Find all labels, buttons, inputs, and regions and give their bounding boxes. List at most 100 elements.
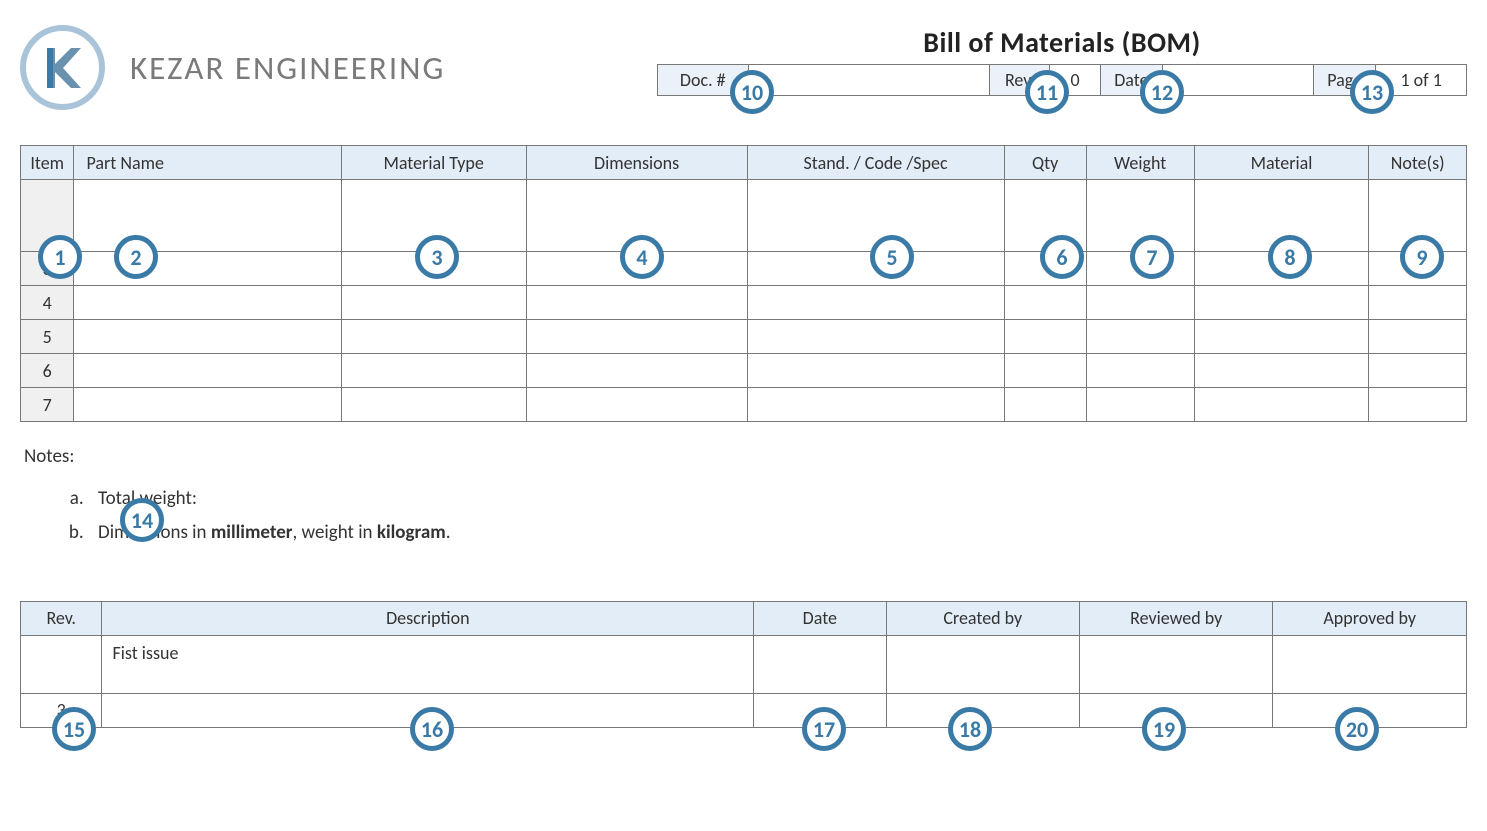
bom-notes bbox=[1369, 252, 1467, 286]
document-meta: Bill of Materials (BOM) Doc. # Rev. 0 Da… bbox=[657, 25, 1467, 96]
note-b-kg: kilogram bbox=[377, 521, 446, 544]
rev-label: Rev. bbox=[990, 65, 1050, 96]
bom-qty bbox=[1004, 320, 1086, 354]
bom-row: 4 bbox=[21, 286, 1467, 320]
notes-label: Notes: bbox=[24, 440, 74, 474]
rev-reviewed bbox=[1080, 635, 1273, 693]
bom-notes bbox=[1369, 320, 1467, 354]
rev-header-row: Rev. Description Date Created by Reviewe… bbox=[21, 601, 1467, 635]
bom-h-part: Part Name bbox=[74, 146, 341, 180]
bom-spec bbox=[747, 320, 1004, 354]
bom-notes bbox=[1369, 354, 1467, 388]
bom-dim bbox=[526, 320, 747, 354]
rev-number bbox=[21, 635, 102, 693]
bom-spec bbox=[747, 388, 1004, 422]
bom-material bbox=[1194, 286, 1369, 320]
bom-item: 7 bbox=[21, 388, 74, 422]
bom-material bbox=[1194, 388, 1369, 422]
page-label: Page bbox=[1313, 65, 1375, 96]
rev-value: 0 bbox=[1050, 65, 1100, 96]
rev-h-created: Created by bbox=[886, 601, 1079, 635]
bom-material bbox=[1194, 180, 1369, 252]
bom-h-qty: Qty bbox=[1004, 146, 1086, 180]
rev-created bbox=[886, 635, 1079, 693]
bom-part bbox=[74, 252, 341, 286]
bom-dim bbox=[526, 180, 747, 252]
bom-dim bbox=[526, 286, 747, 320]
bom-qty bbox=[1004, 180, 1086, 252]
note-b-post: . bbox=[446, 521, 451, 544]
bom-spec bbox=[747, 354, 1004, 388]
bom-part bbox=[74, 180, 341, 252]
bom-qty bbox=[1004, 252, 1086, 286]
bom-mattype bbox=[341, 388, 526, 422]
bom-h-dim: Dimensions bbox=[526, 146, 747, 180]
doc-number-label: Doc. # bbox=[658, 65, 749, 96]
rev-h-date: Date bbox=[754, 601, 886, 635]
rev-h-desc: Description bbox=[102, 601, 754, 635]
rev-h-approved: Approved by bbox=[1273, 601, 1467, 635]
bom-spec bbox=[747, 252, 1004, 286]
note-b: Dimensions in millimeter, weight in kilo… bbox=[88, 516, 1467, 550]
bom-row: 5 bbox=[21, 320, 1467, 354]
note-b-mid: , weight in bbox=[293, 521, 377, 544]
bom-qty bbox=[1004, 286, 1086, 320]
bom-notes bbox=[1369, 180, 1467, 252]
date-label: Date bbox=[1100, 65, 1162, 96]
page-value: 1 of 1 bbox=[1376, 65, 1467, 96]
bom-spec bbox=[747, 286, 1004, 320]
bom-notes bbox=[1369, 286, 1467, 320]
meta-table: Doc. # Rev. 0 Date Page 1 of 1 bbox=[657, 64, 1467, 96]
bom-row: 7 bbox=[21, 388, 1467, 422]
bom-material bbox=[1194, 354, 1369, 388]
bom-part bbox=[74, 320, 341, 354]
rev-created bbox=[886, 693, 1079, 727]
bom-header-row: Item Part Name Material Type Dimensions … bbox=[21, 146, 1467, 180]
bom-h-notes: Note(s) bbox=[1369, 146, 1467, 180]
bom-row: 6 bbox=[21, 354, 1467, 388]
bom-part bbox=[74, 286, 341, 320]
revision-table: Rev. Description Date Created by Reviewe… bbox=[20, 601, 1467, 728]
bom-dim bbox=[526, 252, 747, 286]
company-logo bbox=[20, 25, 105, 110]
bom-mattype bbox=[341, 252, 526, 286]
bom-h-weight: Weight bbox=[1086, 146, 1194, 180]
bom-mattype bbox=[341, 286, 526, 320]
bom-qty bbox=[1004, 354, 1086, 388]
bom-h-spec: Stand. / Code /Spec bbox=[747, 146, 1004, 180]
bom-h-material: Material bbox=[1194, 146, 1369, 180]
rev-description: Fist issue bbox=[102, 635, 754, 693]
doc-number-value bbox=[748, 65, 989, 96]
rev-date bbox=[754, 635, 886, 693]
bom-mattype bbox=[341, 354, 526, 388]
rev-h-reviewed: Reviewed by bbox=[1080, 601, 1273, 635]
note-b-mm: millimeter bbox=[211, 521, 293, 544]
logo-company-block: KEZAR ENGINEERING bbox=[20, 25, 445, 110]
rev-approved bbox=[1273, 635, 1467, 693]
bom-weight bbox=[1086, 286, 1194, 320]
rev-reviewed bbox=[1080, 693, 1273, 727]
bom-spec bbox=[747, 180, 1004, 252]
rev-row: Fist issue bbox=[21, 635, 1467, 693]
bom-material bbox=[1194, 320, 1369, 354]
bom-item: 4 bbox=[21, 286, 74, 320]
bom-mattype bbox=[341, 180, 526, 252]
note-b-pre: Dimensions in bbox=[98, 521, 211, 544]
bom-row: 3 bbox=[21, 252, 1467, 286]
logo-k-icon bbox=[39, 44, 87, 92]
bom-notes bbox=[1369, 388, 1467, 422]
bom-weight bbox=[1086, 354, 1194, 388]
notes-section: Notes: Total weight: Dimensions in milli… bbox=[24, 440, 1467, 551]
rev-approved bbox=[1273, 693, 1467, 727]
header: KEZAR ENGINEERING Bill of Materials (BOM… bbox=[20, 25, 1467, 110]
notes-list: Total weight: Dimensions in millimeter, … bbox=[64, 482, 1467, 550]
bom-row bbox=[21, 180, 1467, 252]
note-a-text: Total weight: bbox=[98, 487, 197, 510]
company-name: KEZAR ENGINEERING bbox=[130, 48, 445, 88]
bom-part bbox=[74, 388, 341, 422]
bom-mattype bbox=[341, 320, 526, 354]
bom-item: 5 bbox=[21, 320, 74, 354]
bom-weight bbox=[1086, 320, 1194, 354]
rev-number: 3 bbox=[21, 693, 102, 727]
bom-h-mattype: Material Type bbox=[341, 146, 526, 180]
